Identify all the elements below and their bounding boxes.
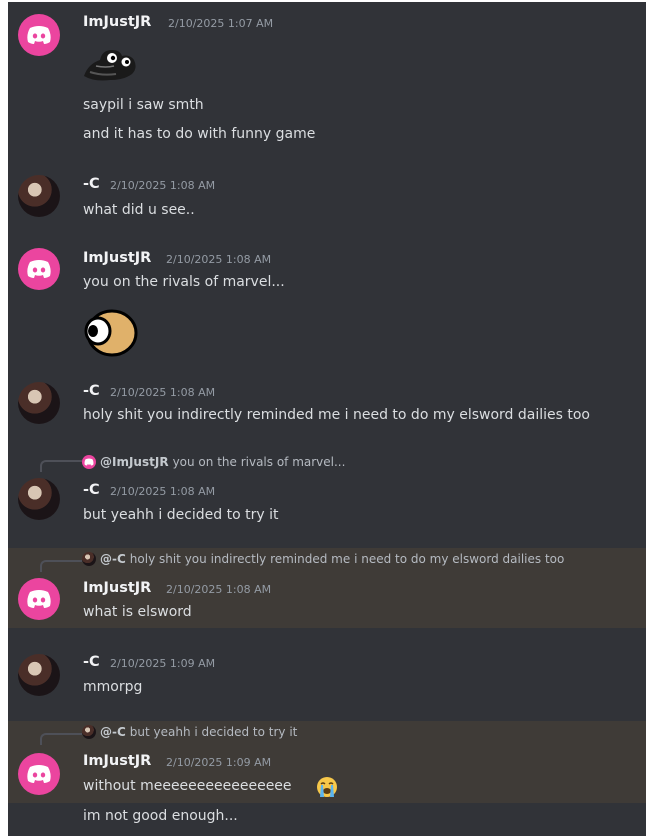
timestamp: 2/10/2025 1:09 AM — [110, 657, 216, 670]
timestamp: 2/10/2025 1:07 AM — [168, 17, 274, 30]
username[interactable]: -C — [83, 176, 100, 192]
discord-logo-icon — [84, 458, 94, 466]
username[interactable]: ImJustJR — [83, 580, 151, 596]
message-group: @ImJustJR you on the rivals of marvel...… — [8, 448, 646, 544]
username[interactable]: ImJustJR — [83, 753, 151, 769]
replied-text: holy shit you indirectly reminded me i n… — [129, 552, 565, 566]
message-text: you on the rivals of marvel... — [83, 274, 285, 290]
timestamp: 2/10/2025 1:08 AM — [110, 179, 216, 192]
reply-spine — [40, 560, 82, 572]
username[interactable]: ImJustJR — [83, 14, 151, 30]
timestamp: 2/10/2025 1:09 AM — [166, 756, 272, 769]
replied-text: but yeahh i decided to try it — [129, 725, 298, 739]
user-avatar[interactable] — [18, 654, 60, 696]
replied-username: @ImJustJR — [100, 455, 169, 469]
replied-text: you on the rivals of marvel... — [172, 455, 346, 469]
discord-logo-icon — [27, 26, 51, 44]
reply-spine — [40, 733, 82, 745]
message-text: but yeahh i decided to try it — [83, 507, 279, 523]
reply-reference[interactable]: @ImJustJR you on the rivals of marvel... — [82, 455, 345, 469]
user-avatar[interactable] — [18, 578, 60, 620]
message-text: what did u see.. — [83, 202, 195, 218]
message-text: without meeeeeeeeeeeeeeee — [83, 778, 292, 794]
user-avatar[interactable] — [18, 478, 60, 520]
message-text: holy shit you indirectly reminded me i n… — [83, 407, 590, 423]
replied-username: @-C — [100, 725, 126, 739]
discord-logo-icon — [27, 260, 51, 278]
chat-message-list: ImJustJR 2/10/2025 1:07 AM saypil i saw … — [8, 2, 646, 836]
reply-reference[interactable]: @-C but yeahh i decided to try it — [82, 725, 297, 739]
replied-user-avatar — [82, 725, 96, 739]
timestamp: 2/10/2025 1:08 AM — [110, 386, 216, 399]
user-avatar[interactable] — [18, 175, 60, 217]
user-avatar[interactable] — [18, 14, 60, 56]
user-avatar[interactable] — [18, 382, 60, 424]
user-avatar[interactable] — [18, 753, 60, 795]
replied-user-avatar — [82, 455, 96, 469]
message-text: what is elsword — [83, 604, 192, 620]
message-group: -C 2/10/2025 1:08 AM what did u see.. — [8, 167, 646, 227]
message-continuation: im not good enough... — [8, 803, 646, 836]
message-text: saypil i saw smth — [83, 97, 204, 113]
message-text: mmorpg — [83, 679, 143, 695]
discord-logo-icon — [27, 590, 51, 608]
message-text: and it has to do with funny game — [83, 126, 316, 142]
username[interactable]: -C — [83, 482, 100, 498]
timestamp: 2/10/2025 1:08 AM — [110, 485, 216, 498]
message-text: im not good enough... — [83, 808, 238, 824]
message-group: -C 2/10/2025 1:09 AM mmorpg — [8, 648, 646, 708]
message-group-highlighted: @-C holy shit you indirectly reminded me… — [8, 548, 646, 628]
loudly-crying-face-emoji — [317, 777, 337, 797]
reply-reference[interactable]: @-C holy shit you indirectly reminded me… — [82, 552, 564, 566]
timestamp: 2/10/2025 1:08 AM — [166, 253, 272, 266]
eye-sticker — [84, 309, 138, 357]
reply-spine — [40, 460, 82, 472]
message-group: -C 2/10/2025 1:08 AM holy shit you indir… — [8, 374, 646, 440]
replied-user-avatar — [82, 552, 96, 566]
username[interactable]: -C — [83, 383, 100, 399]
username[interactable]: ImJustJR — [83, 250, 151, 266]
user-avatar[interactable] — [18, 248, 60, 290]
message-group: ImJustJR 2/10/2025 1:07 AM saypil i saw … — [8, 2, 646, 162]
frog-sticker — [84, 50, 136, 81]
replied-username: @-C — [100, 552, 126, 566]
timestamp: 2/10/2025 1:08 AM — [166, 583, 272, 596]
discord-logo-icon — [27, 765, 51, 783]
message-group-highlighted: @-C but yeahh i decided to try it ImJust… — [8, 721, 646, 803]
username[interactable]: -C — [83, 654, 100, 670]
